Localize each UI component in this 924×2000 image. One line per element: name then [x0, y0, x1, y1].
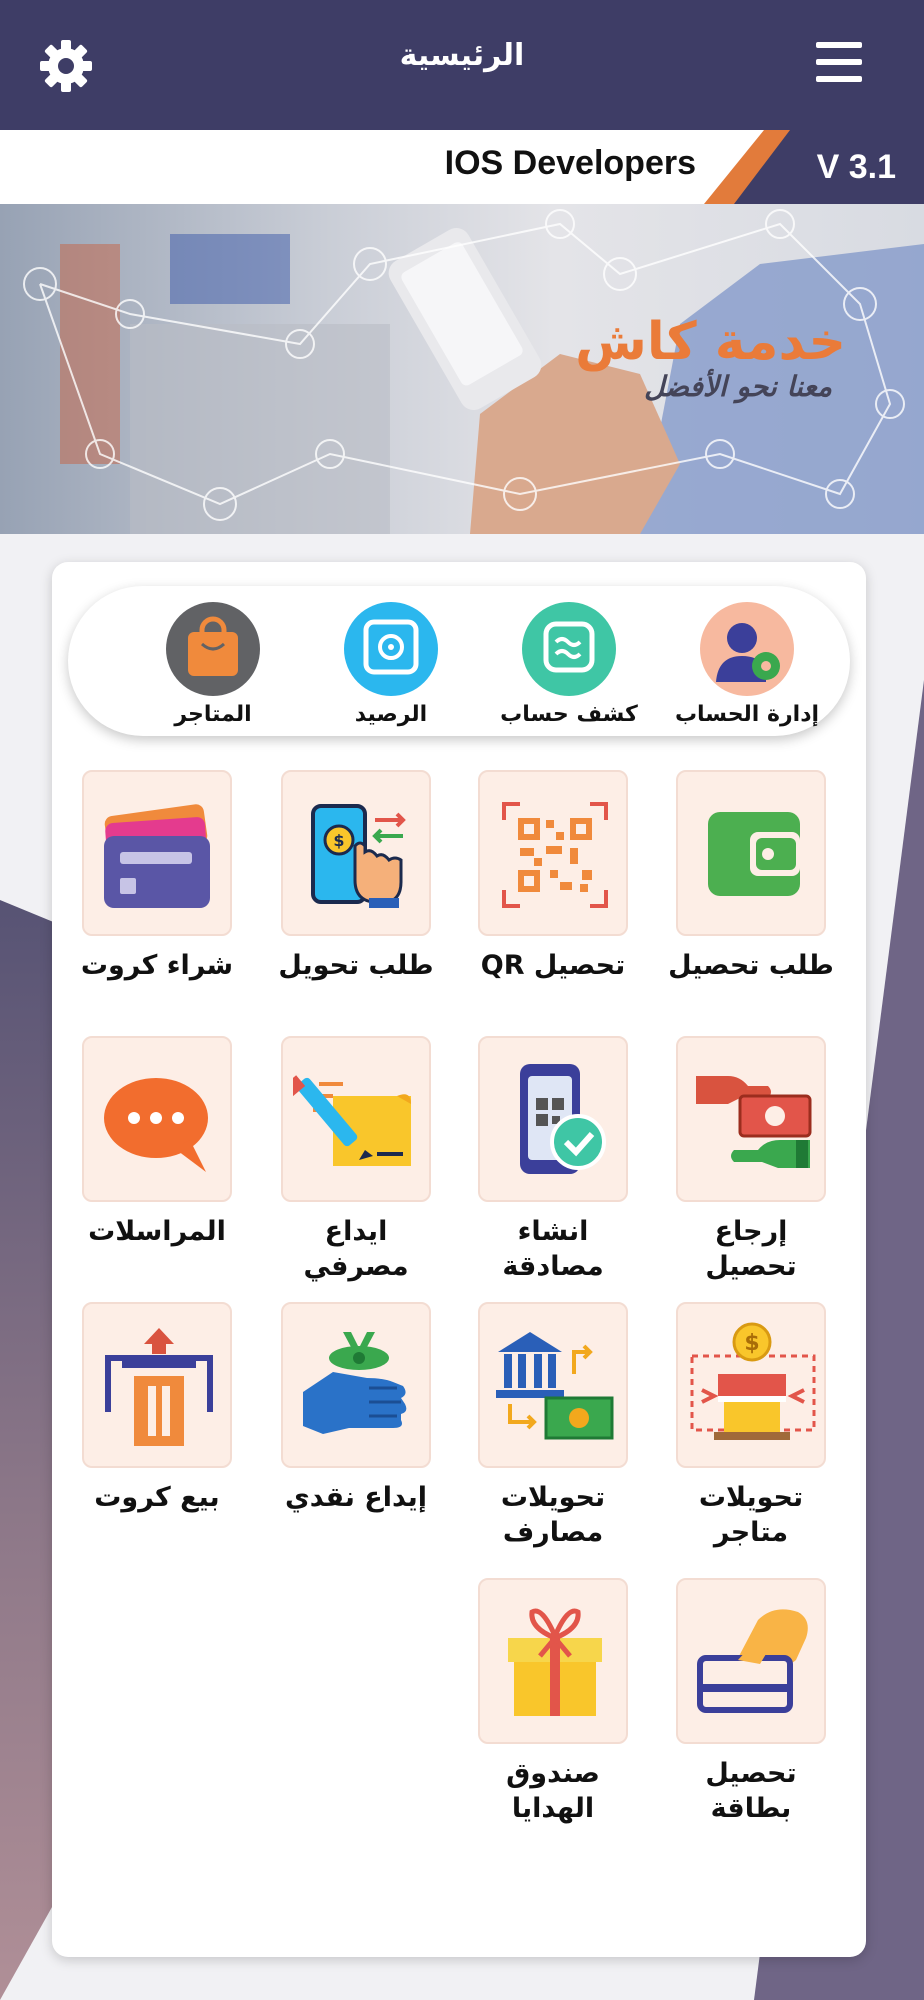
- quick-action-statement[interactable]: كشف حساب: [484, 602, 654, 727]
- statement-icon: [522, 602, 616, 696]
- service-store-transfers[interactable]: $ تحويلات متاجر: [666, 1302, 836, 1550]
- quick-action-label: إدارة الحساب: [674, 702, 820, 727]
- service-messages[interactable]: المراسلات: [72, 1036, 242, 1249]
- banner-title: خدمة كاش: [575, 312, 846, 372]
- service-label: طلب تحويل: [278, 950, 434, 981]
- service-label: تحويلات متاجر: [698, 1482, 804, 1549]
- company-bar: IOS Developers V 3.1: [0, 130, 924, 204]
- quick-action-stores[interactable]: المتاجر: [128, 602, 298, 727]
- gift-box-icon: [478, 1578, 628, 1744]
- service-label: إرجاع تحصيل: [705, 1216, 797, 1283]
- service-label: المراسلات: [88, 1216, 226, 1247]
- account-settings-icon: [700, 602, 794, 696]
- phone-verify-icon: [478, 1036, 628, 1202]
- service-bank-transfers[interactable]: تحويلات مصارف: [468, 1302, 638, 1550]
- hamburger-menu-icon[interactable]: [816, 42, 862, 82]
- service-label: ايداع مصرفي: [303, 1216, 409, 1283]
- quick-action-label: المتاجر: [174, 702, 252, 727]
- service-buy-cards[interactable]: شراء كروت: [72, 770, 242, 983]
- service-label: صندوق الهدايا: [506, 1758, 600, 1825]
- quick-actions-bar: إدارة الحساب كشف حساب الرصيد المتاجر: [68, 586, 850, 736]
- service-label: طلب تحصيل: [668, 950, 834, 981]
- top-app-bar: الرئيسية: [0, 0, 924, 130]
- shopping-bag-icon: [166, 602, 260, 696]
- promo-banner: خدمة كاش معنا نحو الأفضل: [0, 204, 924, 534]
- service-cash-deposit[interactable]: إيداع نقدي: [271, 1302, 441, 1515]
- quick-action-account-management[interactable]: إدارة الحساب: [662, 602, 832, 727]
- service-card-collection[interactable]: تحصيل بطاقة: [666, 1578, 836, 1826]
- qr-code-icon: [478, 770, 628, 936]
- service-label: إيداع نقدي: [284, 1482, 427, 1513]
- service-label: تحصيل QR: [480, 950, 626, 981]
- service-label: تحصيل بطاقة: [705, 1758, 797, 1825]
- service-transfer-request[interactable]: $ طلب تحويل: [271, 770, 441, 983]
- chat-bubble-icon: [82, 1036, 232, 1202]
- store-transfer-icon: $: [676, 1302, 826, 1468]
- sell-cards-icon: [82, 1302, 232, 1468]
- service-bank-deposit[interactable]: ايداع مصرفي: [271, 1036, 441, 1284]
- svg-text:$: $: [333, 831, 344, 850]
- service-refund-collection[interactable]: إرجاع تحصيل: [666, 1036, 836, 1284]
- service-create-authentication[interactable]: انشاء مصادقة: [468, 1036, 638, 1284]
- quick-action-label: كشف حساب: [500, 702, 638, 727]
- services-card: إدارة الحساب كشف حساب الرصيد المتاجر طلب…: [52, 562, 866, 1957]
- phone-transfer-icon: $: [281, 770, 431, 936]
- service-sell-cards[interactable]: بيع كروت: [72, 1302, 242, 1515]
- banner-subtitle: معنا نحو الأفضل: [644, 370, 832, 403]
- bank-deposit-pen-icon: [281, 1036, 431, 1202]
- service-collection-request[interactable]: طلب تحصيل: [666, 770, 836, 983]
- service-qr-collection[interactable]: تحصيل QR: [468, 770, 638, 983]
- service-label: انشاء مصادقة: [502, 1216, 604, 1283]
- quick-action-label: الرصيد: [354, 702, 428, 727]
- service-label: شراء كروت: [80, 950, 234, 981]
- service-label: تحويلات مصارف: [500, 1482, 606, 1549]
- refund-cash-icon: [676, 1036, 826, 1202]
- cards-icon: [82, 770, 232, 936]
- company-name: IOS Developers: [444, 144, 696, 182]
- quick-action-balance[interactable]: الرصيد: [306, 602, 476, 727]
- safe-icon: [344, 602, 438, 696]
- cash-deposit-icon: [281, 1302, 431, 1468]
- card-payment-icon: [676, 1578, 826, 1744]
- svg-text:$: $: [744, 1331, 759, 1356]
- service-label: بيع كروت: [94, 1482, 220, 1513]
- bank-transfer-icon: [478, 1302, 628, 1468]
- wallet-icon: [676, 770, 826, 936]
- service-gift-box[interactable]: صندوق الهدايا: [468, 1578, 638, 1826]
- page-title: الرئيسية: [399, 38, 525, 73]
